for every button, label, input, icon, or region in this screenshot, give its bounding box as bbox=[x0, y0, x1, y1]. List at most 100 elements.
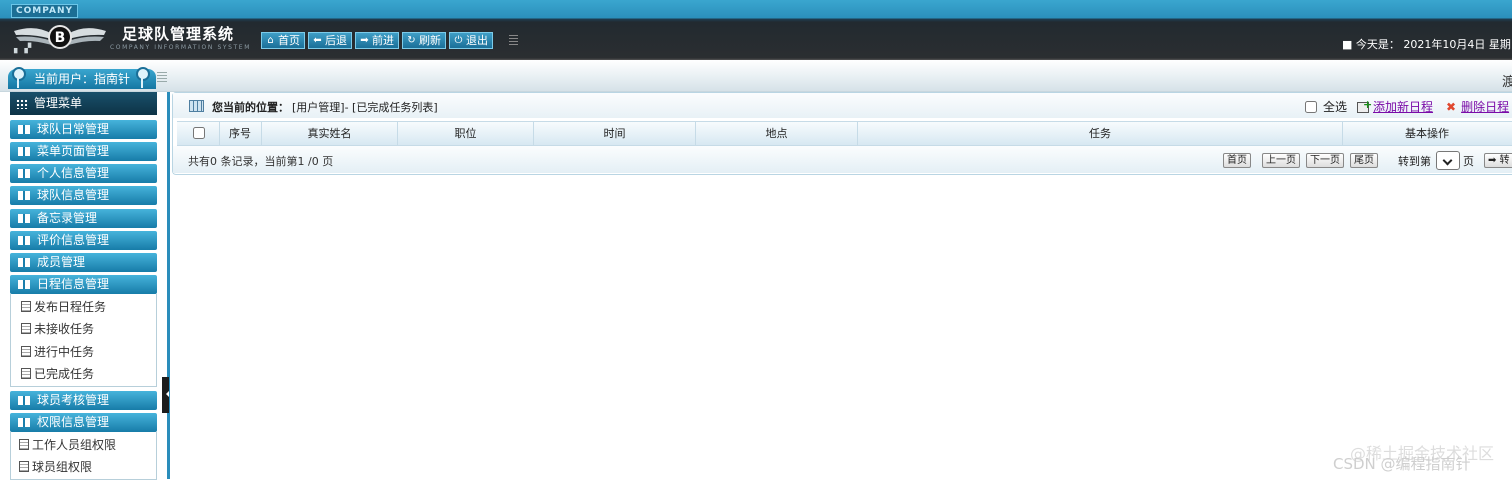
page-unit-label: 页 bbox=[1463, 155, 1474, 168]
forward-label: 前进 bbox=[372, 34, 394, 47]
home-label: 首页 bbox=[278, 34, 300, 47]
permissions-subpanel: 工作人员组权限 球员组权限 bbox=[10, 432, 157, 480]
forward-button[interactable]: ➡ 前进 bbox=[355, 32, 399, 49]
logout-label: 退出 bbox=[466, 34, 488, 47]
goto-label: 转到第 bbox=[1398, 155, 1431, 168]
book-icon bbox=[18, 169, 30, 178]
sidebar-divider bbox=[167, 92, 170, 479]
page-icon bbox=[21, 346, 31, 357]
section-label: 球队信息管理 bbox=[37, 188, 110, 202]
page-icon bbox=[21, 368, 31, 379]
book-icon bbox=[18, 418, 30, 427]
sidebar-section-memo[interactable]: 备忘录管理 bbox=[10, 209, 157, 228]
next-page-button[interactable]: 下一页 bbox=[1306, 153, 1344, 168]
sidebar-section-evaluation[interactable]: 评价信息管理 bbox=[10, 231, 157, 250]
arrow-right-icon: ➡ bbox=[360, 35, 369, 46]
back-button[interactable]: ⬅ 后退 bbox=[308, 32, 352, 49]
book-icon bbox=[18, 147, 30, 156]
section-label: 球员考核管理 bbox=[37, 393, 110, 407]
refresh-label: 刷新 bbox=[419, 34, 441, 47]
sidebar-item-in-progress-task[interactable]: 进行中任务 bbox=[21, 343, 94, 361]
page-icon bbox=[19, 439, 29, 450]
sidebar-section-schedule[interactable]: 日程信息管理 bbox=[10, 275, 157, 294]
delete-schedule-link[interactable]: 删除日程 bbox=[1461, 98, 1509, 115]
refresh-button[interactable]: ↻ 刷新 bbox=[402, 32, 446, 49]
book-icon bbox=[18, 214, 30, 223]
section-label: 评价信息管理 bbox=[37, 233, 110, 247]
sub-header-bar: 当前用户：指南针 bbox=[0, 60, 1512, 92]
section-label: 权限信息管理 bbox=[37, 415, 110, 429]
add-schedule-link[interactable]: 添加新日程 bbox=[1373, 98, 1433, 115]
select-all-control[interactable]: 全选 bbox=[1303, 98, 1347, 115]
column-header: 序号 bbox=[219, 122, 262, 145]
sidebar-section-members[interactable]: 成员管理 bbox=[10, 253, 157, 272]
home-button[interactable]: ⌂ 首页 bbox=[261, 32, 305, 49]
power-icon: ⏻ bbox=[454, 35, 463, 46]
book-icon bbox=[18, 236, 30, 245]
item-label: 未接收任务 bbox=[34, 322, 95, 336]
column-header: 基本操作 bbox=[1405, 127, 1449, 140]
delete-schedule-control[interactable]: ✖ 删除日程 bbox=[1446, 98, 1509, 115]
row-select-all-checkbox[interactable] bbox=[192, 127, 205, 139]
main-panel: 您当前的位置： [用户管理]- [已完成任务列表] 全选 添加新日程 ✖ 删除日… bbox=[172, 92, 1512, 175]
sidebar-collapse-handle[interactable] bbox=[162, 377, 169, 413]
first-page-button[interactable]: 首页 bbox=[1223, 153, 1251, 168]
svg-text:B: B bbox=[55, 30, 66, 46]
column-header: 时间 bbox=[534, 122, 696, 145]
section-label: 个人信息管理 bbox=[37, 166, 110, 180]
back-label: 后退 bbox=[325, 34, 347, 47]
current-user-label: 当前用户：指南针 bbox=[33, 72, 130, 86]
select-all-label: 全选 bbox=[1323, 100, 1348, 114]
sidebar-item-staff-permissions[interactable]: 工作人员组权限 bbox=[19, 436, 116, 454]
book-icon bbox=[18, 396, 30, 405]
goto-page-button[interactable]: ➡ 转 bbox=[1484, 153, 1512, 168]
column-header: 真实姓名 bbox=[262, 122, 398, 145]
sidebar-item-player-permissions[interactable]: 球员组权限 bbox=[19, 458, 92, 476]
item-label: 发布日程任务 bbox=[34, 300, 107, 314]
date-display: ■ 今天是： 2021年10月4日 星期 bbox=[1342, 38, 1511, 51]
refresh-icon: ↻ bbox=[407, 35, 416, 46]
section-label: 球队日常管理 bbox=[37, 122, 110, 136]
current-user-tab: 当前用户：指南针 bbox=[8, 67, 156, 89]
sidebar-item-publish-task[interactable]: 发布日程任务 bbox=[21, 298, 106, 316]
company-tag: COMPANY bbox=[11, 4, 78, 18]
location-label: 您当前的位置： bbox=[212, 101, 289, 114]
sidebar-section-personal-info[interactable]: 个人信息管理 bbox=[10, 164, 157, 183]
section-label: 成员管理 bbox=[37, 255, 86, 269]
table-header: 序号 真实姓名 职位 时间 地点 任务 基本操作 bbox=[177, 121, 1512, 146]
record-count: 共有0 条记录，当前第1 /0 页 bbox=[188, 155, 334, 168]
app-title: 足球队管理系统 bbox=[122, 25, 235, 43]
header-checkbox-cell bbox=[177, 122, 220, 145]
section-label: 日程信息管理 bbox=[37, 277, 110, 291]
logout-button[interactable]: ⏻ 退出 bbox=[449, 32, 493, 49]
grid-menu-icon bbox=[16, 99, 28, 109]
pin-icon bbox=[136, 67, 150, 88]
select-all-checkbox[interactable] bbox=[1305, 100, 1317, 113]
sidebar-item-unreceived-task[interactable]: 未接收任务 bbox=[21, 320, 94, 338]
goto-page-select[interactable] bbox=[1436, 151, 1460, 170]
home-icon: ⌂ bbox=[267, 35, 274, 46]
last-page-button[interactable]: 尾页 bbox=[1350, 153, 1378, 168]
arrow-left-icon: ⬅ bbox=[313, 35, 322, 46]
sidebar-item-completed-task[interactable]: 已完成任务 bbox=[21, 365, 94, 383]
right-edge-text: 渡 bbox=[1502, 75, 1512, 90]
column-header: 任务 bbox=[858, 122, 1343, 145]
prev-page-button[interactable]: 上一页 bbox=[1262, 153, 1300, 168]
column-header: 地点 bbox=[696, 122, 858, 145]
breadcrumb: [用户管理]- [已完成任务列表] bbox=[292, 101, 438, 114]
book-icon bbox=[18, 125, 30, 134]
add-schedule-control[interactable]: 添加新日程 bbox=[1357, 98, 1433, 115]
menu-header: 管理菜单 bbox=[10, 92, 157, 115]
sidebar-section-player-assessment[interactable]: 球员考核管理 bbox=[10, 391, 157, 410]
grip-icon bbox=[157, 72, 167, 83]
sidebar-section-menu-pages[interactable]: 菜单页面管理 bbox=[10, 142, 157, 161]
schedule-subpanel: 发布日程任务 未接收任务 进行中任务 已完成任务 bbox=[10, 294, 157, 387]
app-subtitle: COMPANY INFORMATION SYSTEM bbox=[110, 44, 251, 51]
add-page-icon bbox=[1357, 98, 1372, 113]
sidebar-section-team-daily[interactable]: 球队日常管理 bbox=[10, 120, 157, 139]
table-icon bbox=[189, 100, 204, 112]
top-header: COMPANY B ▖▗▘ 足球队管理系统 COMPANY INFORMATIO… bbox=[0, 0, 1512, 60]
sidebar-section-team-info[interactable]: 球队信息管理 bbox=[10, 186, 157, 205]
item-label: 工作人员组权限 bbox=[32, 438, 117, 452]
sidebar-section-permissions[interactable]: 权限信息管理 bbox=[10, 413, 157, 432]
